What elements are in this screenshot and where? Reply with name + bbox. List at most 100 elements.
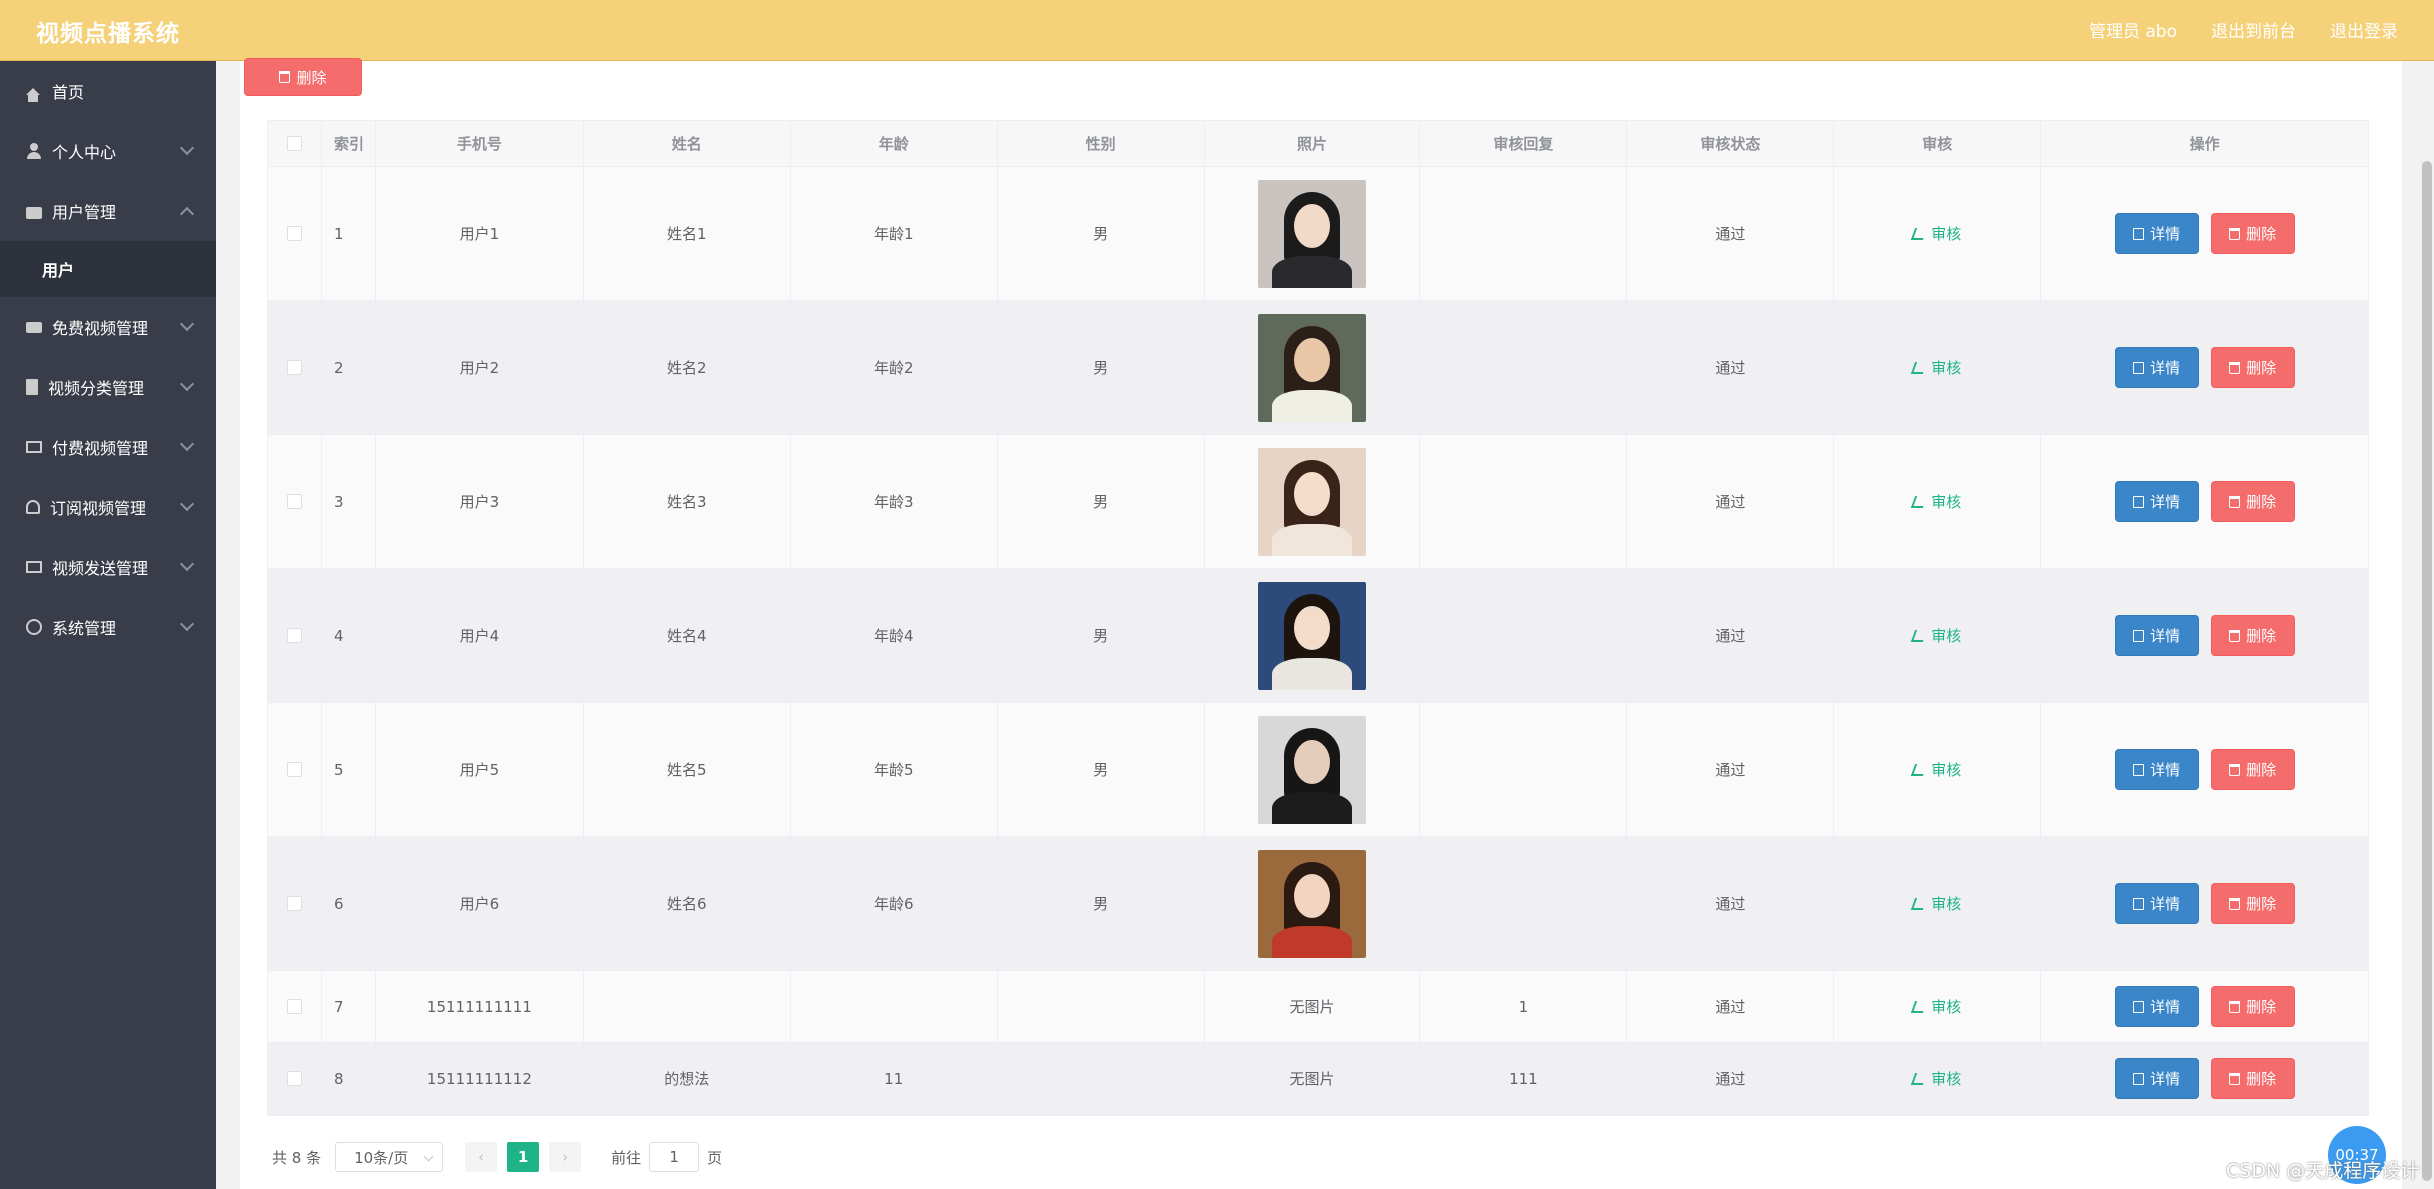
sidebar-item-paid-videos[interactable]: 付费视频管理 (0, 417, 216, 477)
row-checkbox[interactable] (286, 1071, 302, 1086)
cell-name (584, 971, 791, 1042)
audit-label: 审核 (1931, 895, 1962, 913)
goto-page: 前往 页 (611, 1142, 722, 1172)
row-select (268, 167, 322, 300)
cell-ops: 详情 删除 (2041, 1043, 2368, 1114)
row-checkbox[interactable] (286, 226, 302, 241)
sidebar-item-free-videos[interactable]: 免费视频管理 (0, 297, 216, 357)
delete-button[interactable]: 删除 (2210, 347, 2295, 388)
detail-button[interactable]: 详情 (2114, 347, 2199, 388)
next-page-button[interactable]: › (549, 1142, 582, 1172)
sidebar-item-label: 付费视频管理 (52, 439, 149, 458)
row-checkbox[interactable] (286, 628, 302, 643)
cell-age: 年龄5 (791, 703, 998, 836)
cell-name: 姓名3 (584, 435, 791, 568)
user-table: 索引 手机号 姓名 年龄 性别 照片 审核回复 审核状态 审核 操作 1 用户1… (267, 120, 2369, 1116)
audit-link[interactable]: 审核 (1911, 893, 1962, 914)
delete-button[interactable]: 删除 (2210, 615, 2295, 656)
trash-icon (2229, 495, 2241, 508)
audit-label: 审核 (1931, 225, 1962, 243)
cell-phone: 用户4 (376, 569, 584, 702)
cell-phone: 用户1 (376, 167, 584, 300)
audit-link[interactable]: 审核 (1911, 1068, 1961, 1089)
cell-age: 11 (791, 1043, 998, 1114)
trash-icon (2229, 897, 2241, 910)
audit-link[interactable]: 审核 (1911, 759, 1961, 780)
cell-phone: 用户6 (376, 837, 584, 970)
row-checkbox[interactable] (286, 999, 302, 1014)
edit-icon (1911, 629, 1928, 642)
sidebar-item-label: 订阅视频管理 (50, 499, 147, 518)
sidebar-item-subscribed-videos[interactable]: 订阅视频管理 (0, 477, 216, 537)
detail-button[interactable]: 详情 (2114, 481, 2199, 522)
scrollbar-thumb[interactable] (2422, 161, 2432, 1181)
detail-button[interactable]: 详情 (2114, 986, 2199, 1027)
detail-button[interactable]: 详情 (2114, 1058, 2199, 1099)
cell-phone: 用户2 (376, 301, 584, 434)
sidebar-item-home[interactable]: 首页 (0, 61, 216, 121)
no-photo-text: 无图片 (1289, 1070, 1335, 1088)
header-select-all (268, 121, 322, 166)
sidebar-item-user-management[interactable]: 用户管理 (0, 181, 216, 241)
table-row: 7 15111111111 无图片 1 通过 审核 详情 删除 (268, 971, 2368, 1043)
page-size-select[interactable]: 10条/页 (335, 1142, 444, 1172)
delete-button[interactable]: 删除 (2210, 481, 2295, 522)
audit-link[interactable]: 审核 (1911, 996, 1961, 1017)
row-checkbox[interactable] (286, 762, 302, 777)
clipboard-icon (26, 379, 38, 395)
select-all-checkbox[interactable] (286, 136, 302, 151)
sidebar-item-video-categories[interactable]: 视频分类管理 (0, 357, 216, 417)
sidebar-item-video-sending[interactable]: 视频发送管理 (0, 537, 216, 597)
admin-name: 管理员 abo (2088, 22, 2177, 42)
batch-delete-button[interactable]: 删除 (244, 58, 362, 96)
detail-button[interactable]: 详情 (2114, 615, 2199, 656)
document-icon (2133, 629, 2145, 642)
row-checkbox[interactable] (286, 360, 302, 375)
user-icon (26, 143, 42, 159)
cell-phone: 用户3 (376, 435, 584, 568)
exit-to-front-link[interactable]: 退出到前台 (2211, 17, 2296, 42)
cell-ops: 详情 删除 (2041, 971, 2368, 1042)
table-row: 5 用户5 姓名5 年龄5 男 通过 审核 详情 删除 (268, 703, 2368, 837)
detail-button[interactable]: 详情 (2114, 749, 2199, 790)
page-scrollbar[interactable] (2420, 61, 2434, 1189)
delete-button[interactable]: 删除 (2210, 213, 2295, 254)
row-checkbox[interactable] (286, 494, 302, 509)
detail-label: 详情 (2150, 627, 2181, 645)
cell-name: 姓名2 (584, 301, 791, 434)
logout-link[interactable]: 退出登录 (2330, 17, 2398, 42)
cell-status: 通过 (1627, 435, 1835, 568)
row-checkbox[interactable] (286, 896, 302, 911)
page-number-button[interactable]: 1 (507, 1142, 540, 1172)
sidebar-item-profile[interactable]: 个人中心 (0, 121, 216, 181)
delete-button[interactable]: 删除 (2210, 883, 2295, 924)
detail-button[interactable]: 详情 (2114, 213, 2199, 254)
chevron-up-icon (179, 206, 195, 222)
delete-button[interactable]: 删除 (2210, 749, 2295, 790)
audit-link[interactable]: 审核 (1911, 357, 1961, 378)
audit-link[interactable]: 审核 (1911, 491, 1961, 512)
cell-audit: 审核 (1834, 167, 2042, 300)
delete-button[interactable]: 删除 (2210, 986, 2295, 1027)
detail-label: 详情 (2150, 493, 2181, 511)
audit-link[interactable]: 审核 (1911, 223, 1962, 244)
chevron-down-icon (179, 140, 195, 156)
sidebar-item-label: 免费视频管理 (52, 319, 149, 338)
audit-link[interactable]: 审核 (1911, 625, 1961, 646)
sidebar-item-system[interactable]: 系统管理 (0, 597, 216, 657)
cell-photo: 无图片 (1205, 1043, 1421, 1114)
document-icon (2133, 763, 2145, 776)
cell-status: 通过 (1627, 569, 1835, 702)
cell-index: 5 (322, 703, 376, 836)
cell-age: 年龄1 (791, 167, 998, 300)
table-header: 索引 手机号 姓名 年龄 性别 照片 审核回复 审核状态 审核 操作 (268, 121, 2368, 167)
cell-audit: 审核 (1834, 569, 2042, 702)
delete-button[interactable]: 删除 (2210, 1058, 2295, 1099)
row-select (268, 703, 322, 836)
prev-page-button[interactable]: ‹ (465, 1142, 498, 1172)
goto-page-input[interactable] (649, 1142, 700, 1172)
detail-button[interactable]: 详情 (2114, 883, 2199, 924)
cell-index: 6 (322, 837, 376, 970)
sidebar-subitem-users[interactable]: 用户 (0, 241, 216, 297)
watermark: CSDN @天成程序设计 (2226, 1160, 2420, 1182)
